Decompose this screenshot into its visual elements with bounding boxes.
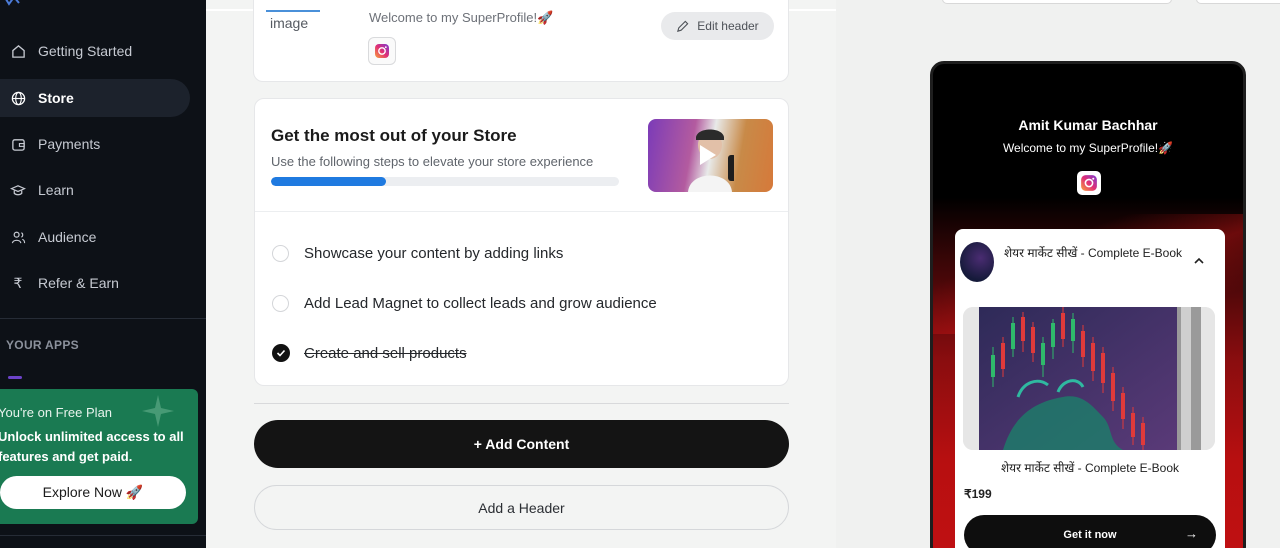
add-content-button[interactable]: + Add Content <box>254 420 789 468</box>
sidebar-item-label: Store <box>38 90 74 106</box>
sidebar-item-getting-started[interactable]: Getting Started <box>0 32 190 70</box>
active-tab-indicator <box>266 10 320 12</box>
app-icon[interactable] <box>8 376 22 379</box>
pencil-icon <box>677 20 689 32</box>
card-divider <box>255 211 788 212</box>
store-card-title: Get the most out of your Store <box>271 126 517 145</box>
step-sell-products[interactable]: Create and sell products <box>272 342 467 364</box>
sidebar-divider <box>0 535 206 536</box>
arrow-right-icon: → <box>1185 526 1198 541</box>
plan-status: You're on Free Plan <box>0 405 113 420</box>
graduation-cap-icon <box>10 182 26 198</box>
profile-welcome: Welcome to my SuperProfile!🚀 <box>1002 141 1174 155</box>
chevron-up-icon[interactable] <box>1193 255 1205 267</box>
product-cover-image <box>963 307 1215 450</box>
instagram-icon[interactable] <box>368 37 396 65</box>
sidebar-item-refer-earn[interactable]: ₹ Refer & Earn <box>0 264 190 302</box>
sidebar-item-label: Payments <box>38 136 101 152</box>
product-price: ₹199 <box>964 487 992 501</box>
get-it-now-button[interactable]: Get it now → <box>964 515 1216 548</box>
sidebar-divider <box>0 318 206 319</box>
phone-preview: Amit Kumar Bachhar Welcome to my SuperPr… <box>930 61 1246 548</box>
edit-header-label: Edit header <box>697 19 759 33</box>
step-radio[interactable] <box>272 294 289 312</box>
header-card: image Welcome to my SuperProfile!🚀 Edit … <box>253 0 789 82</box>
tab-image[interactable]: image <box>270 15 308 31</box>
plan-banner: You're on Free Plan Unlock unlimited acc… <box>0 389 198 524</box>
sidebar-item-audience[interactable]: Audience <box>0 218 190 256</box>
wallet-icon <box>10 136 26 152</box>
store-card-subtitle: Use the following steps to elevate your … <box>271 154 594 169</box>
sidebar-item-label: Learn <box>38 182 74 198</box>
top-control[interactable] <box>1196 0 1280 4</box>
logo-icon <box>5 0 20 6</box>
globe-icon <box>10 90 26 106</box>
video-thumbnail[interactable] <box>648 119 773 192</box>
rupee-icon: ₹ <box>13 274 23 291</box>
sidebar-item-label: Getting Started <box>38 43 133 59</box>
step-label: Showcase your content by adding links <box>304 244 564 262</box>
step-label: Create and sell products <box>304 344 467 362</box>
profile-name: Amit Kumar Bachhar <box>1018 117 1158 133</box>
checkmark-icon[interactable] <box>272 344 290 362</box>
sidebar-item-label: Audience <box>38 229 97 245</box>
instagram-icon[interactable] <box>1077 171 1101 195</box>
step-label: Add Lead Magnet to collect leads and gro… <box>304 294 657 312</box>
your-apps-heading: YOUR APPS <box>6 338 79 352</box>
get-it-now-label: Get it now <box>1063 529 1117 541</box>
step-radio[interactable] <box>272 244 289 262</box>
sparkle-icon <box>142 395 174 427</box>
edit-header-button[interactable]: Edit header <box>661 12 774 40</box>
sidebar-item-payments[interactable]: Payments <box>0 125 190 163</box>
sidebar-item-store[interactable]: Store <box>0 79 190 117</box>
step-lead-magnet[interactable]: Add Lead Magnet to collect leads and gro… <box>272 292 657 314</box>
product-card[interactable]: शेयर मार्केट सीखें - Complete E-Book शेय… <box>955 229 1225 548</box>
sidebar-item-label: Refer & Earn <box>38 275 119 291</box>
sidebar: Getting Started Store Payments Learn Aud… <box>0 0 206 548</box>
profile-welcome-text: Welcome to my SuperProfile!🚀 <box>369 10 554 25</box>
play-icon <box>700 145 716 165</box>
plan-pitch: Unlock unlimited access to all features … <box>0 429 184 464</box>
store-onboarding-card: Get the most out of your Store Use the f… <box>254 98 789 386</box>
candlestick-artwork <box>963 307 1215 450</box>
product-title: शेयर मार्केट सीखें - Complete E-Book <box>1004 246 1182 260</box>
product-thumbnail <box>960 242 994 282</box>
sidebar-item-learn[interactable]: Learn <box>0 171 190 209</box>
home-icon <box>10 43 26 59</box>
progress-bar <box>271 177 619 186</box>
explore-now-button[interactable]: Explore Now 🚀 <box>0 476 186 509</box>
section-divider <box>254 403 789 404</box>
step-add-links[interactable]: Showcase your content by adding links <box>272 242 563 264</box>
add-header-button[interactable]: Add a Header <box>254 485 789 530</box>
users-icon <box>10 229 26 245</box>
top-control[interactable] <box>942 0 1172 4</box>
product-caption: शेयर मार्केट सीखें - Complete E-Book <box>1001 461 1179 475</box>
progress-fill <box>271 177 386 186</box>
